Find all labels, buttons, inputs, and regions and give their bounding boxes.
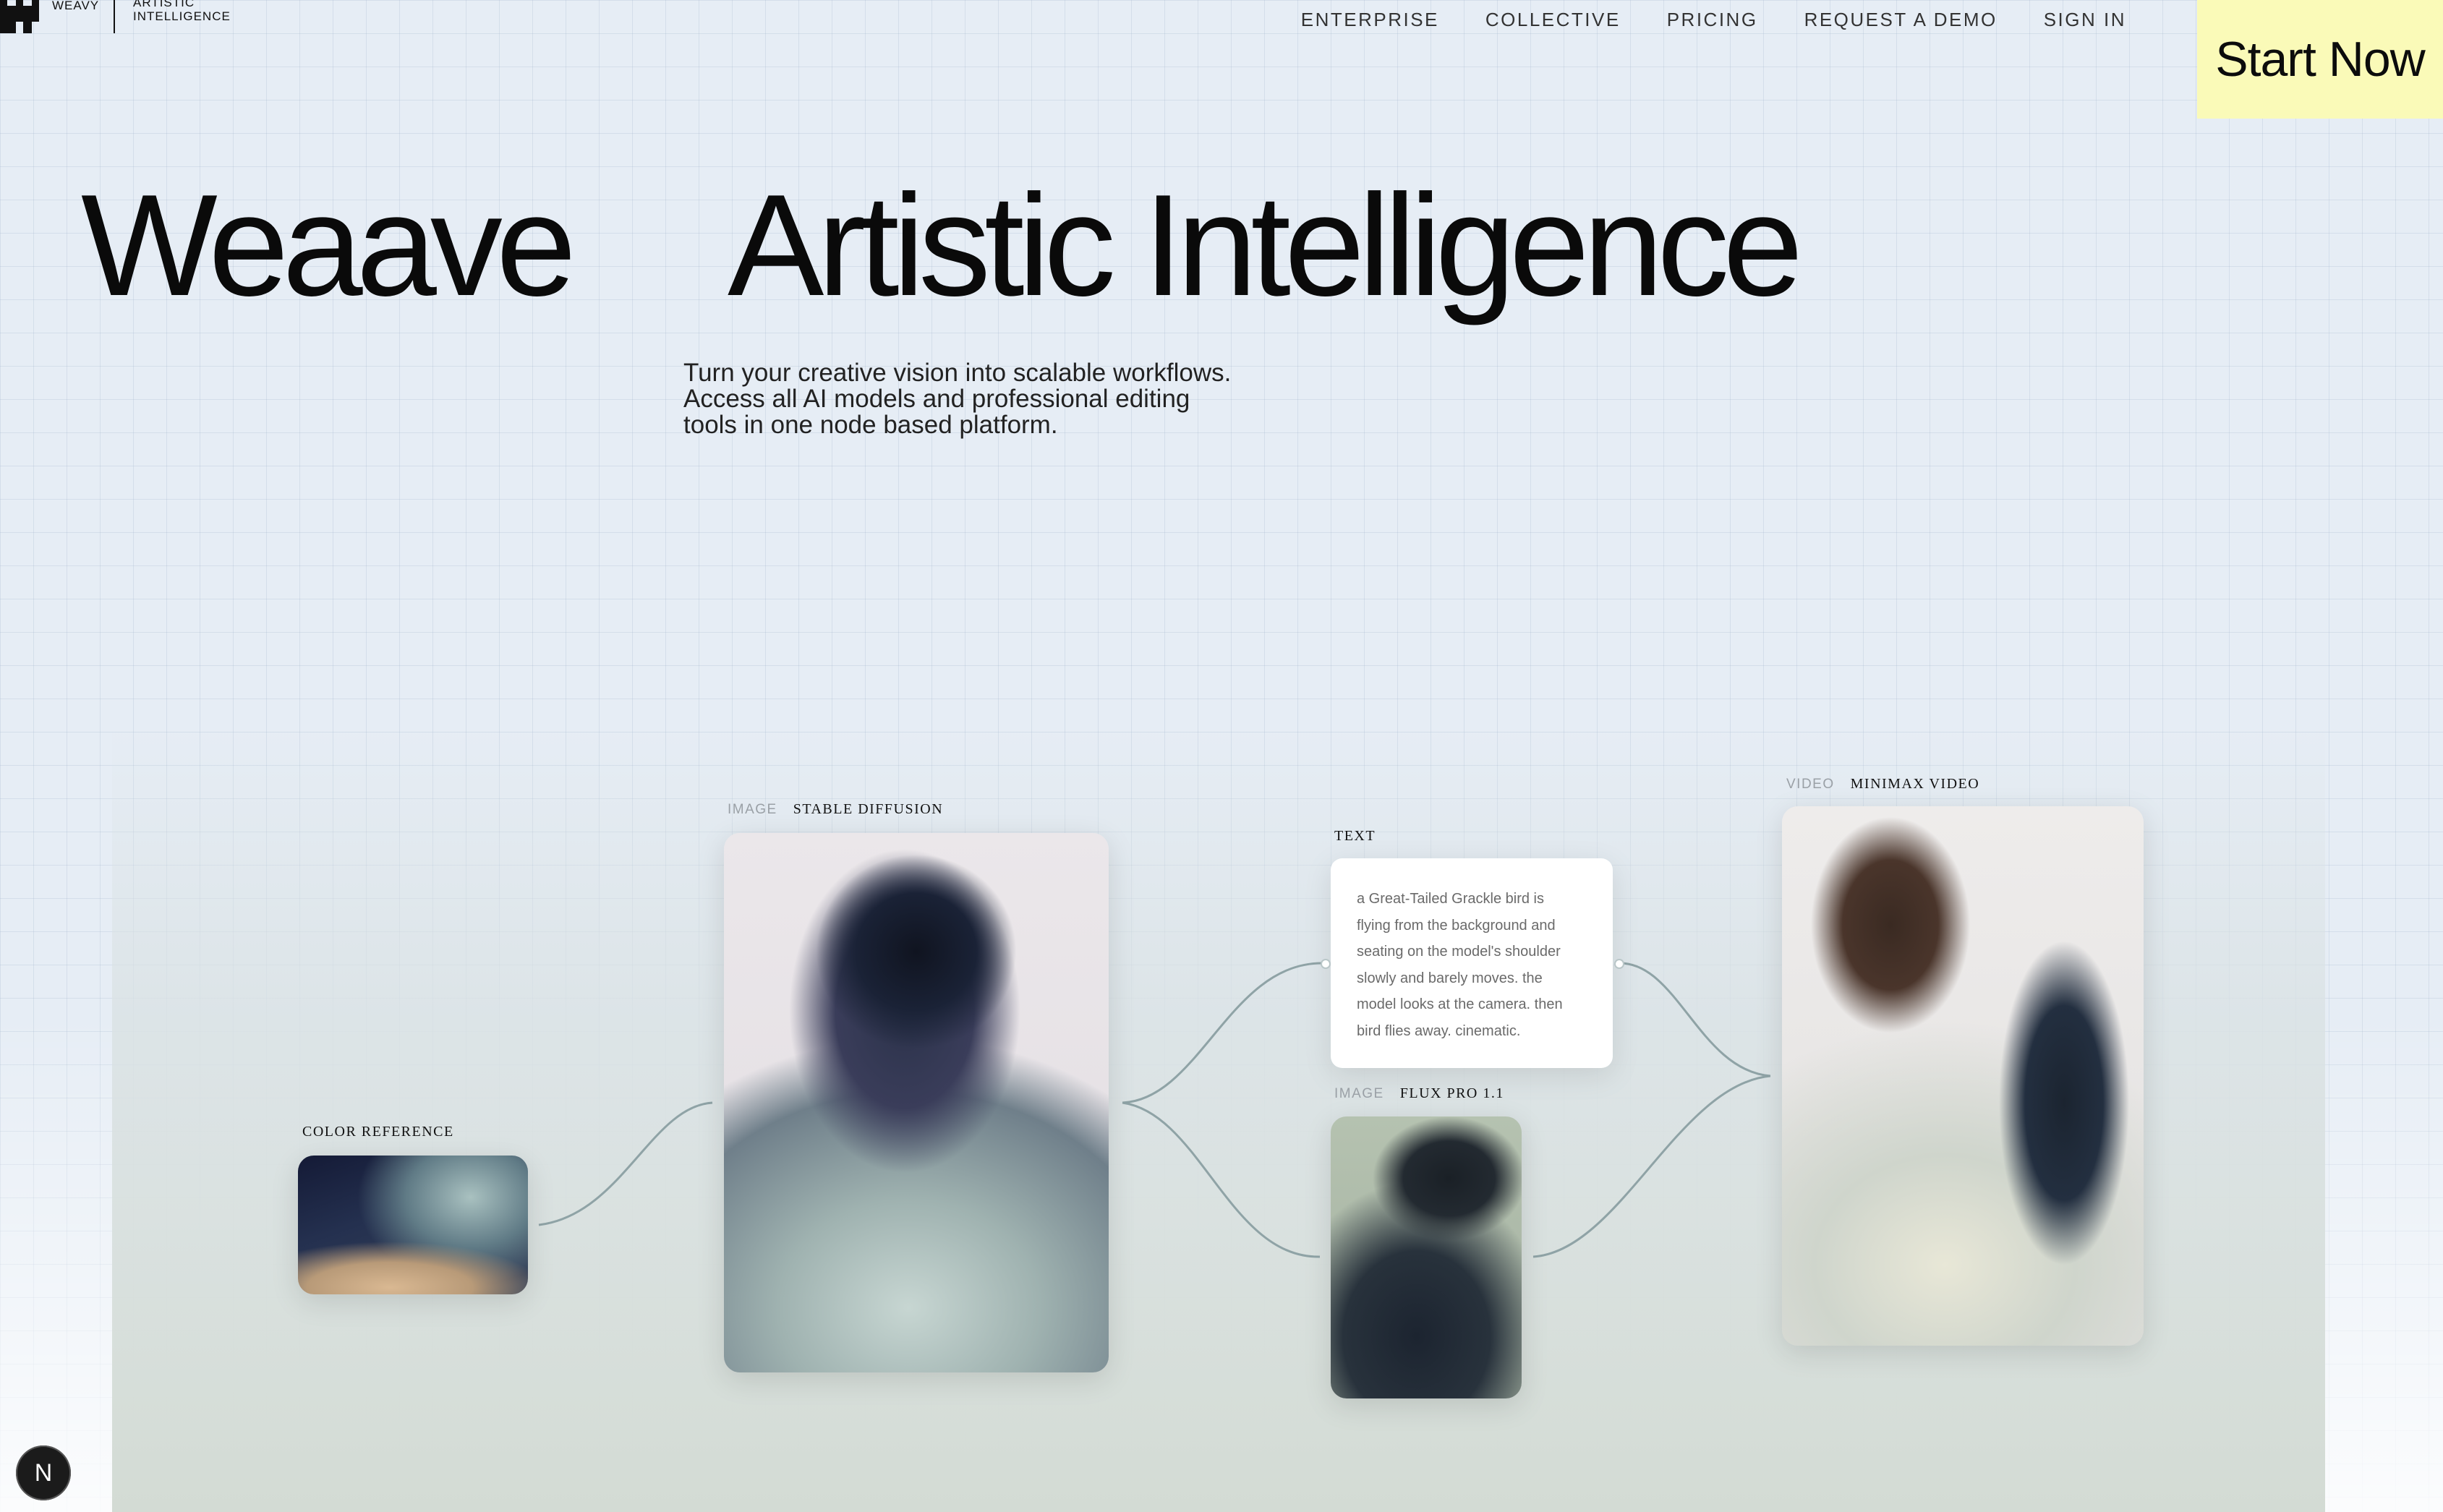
stable-diffusion-image[interactable]	[724, 833, 1109, 1372]
node-title: STABLE DIFFUSION	[793, 801, 944, 817]
prompt-line: seating on the model's shoulder	[1357, 944, 1561, 960]
hero-subtitle-line: Access all AI models and professional ed…	[683, 385, 1190, 413]
node-label-stable-diffusion: IMAGE STABLE DIFFUSION	[728, 801, 943, 818]
brand-name: WEAVY	[52, 0, 100, 12]
flux-pro-image[interactable]	[1331, 1116, 1522, 1398]
text-node-input-port[interactable]	[1321, 959, 1331, 969]
color-reference-image[interactable]	[298, 1156, 528, 1294]
nav-request-demo[interactable]: REQUEST A DEMO	[1804, 9, 1998, 31]
nav-enterprise[interactable]: ENTERPRISE	[1301, 9, 1439, 31]
prompt-line: slowly and barely moves. the	[1357, 970, 1543, 986]
text-node-output-port[interactable]	[1614, 959, 1624, 969]
text-prompt-node[interactable]: a Great-Tailed Grackle bird is flying fr…	[1331, 858, 1613, 1068]
prompt-line: flying from the background and	[1357, 917, 1556, 934]
prompt-line: model looks at the camera. then	[1357, 996, 1563, 1012]
start-now-button[interactable]: Start Now	[2197, 0, 2443, 119]
node-label-color-reference: COLOR REFERENCE	[302, 1124, 454, 1140]
nav-collective[interactable]: COLLECTIVE	[1485, 9, 1621, 31]
brand-divider	[114, 0, 115, 33]
node-kind: IMAGE	[728, 802, 777, 817]
minimax-video-preview[interactable]	[1782, 806, 2144, 1346]
hero-subtitle: Turn your creative vision into scalable …	[683, 360, 1334, 438]
hero-subtitle-line: Turn your creative vision into scalable …	[683, 359, 1232, 387]
node-title: COLOR REFERENCE	[302, 1124, 454, 1140]
weavy-logo-icon	[0, 0, 39, 33]
prompt-line: a Great-Tailed Grackle bird is	[1357, 891, 1544, 907]
node-title: MINIMAX VIDEO	[1850, 776, 1980, 792]
prompt-text: a Great-Tailed Grackle bird is flying fr…	[1357, 886, 1588, 1044]
node-label-text: TEXT	[1334, 828, 1376, 845]
hero-title-left: Weaave	[81, 165, 576, 326]
node-title: TEXT	[1334, 828, 1376, 844]
node-title: FLUX PRO 1.1	[1399, 1085, 1504, 1101]
prompt-line: bird flies away. cinematic.	[1357, 1022, 1521, 1039]
nextjs-icon[interactable]: N	[16, 1445, 71, 1500]
hero-title-right: Artistic Intelligence	[728, 165, 1803, 326]
brand-tagline: ARTISTIC INTELLIGENCE	[133, 0, 231, 23]
nav-pricing[interactable]: PRICING	[1667, 9, 1758, 31]
hero-subtitle-line: tools in one node based platform.	[683, 411, 1058, 439]
node-label-video: VIDEO MINIMAX VIDEO	[1786, 776, 1979, 793]
node-label-flux: IMAGE FLUX PRO 1.1	[1334, 1085, 1504, 1102]
node-kind: VIDEO	[1786, 777, 1835, 792]
top-nav: ENTERPRISE COLLECTIVE PRICING REQUEST A …	[1301, 9, 2126, 31]
nav-sign-in[interactable]: SIGN IN	[2044, 9, 2126, 31]
node-kind: IMAGE	[1334, 1086, 1384, 1101]
